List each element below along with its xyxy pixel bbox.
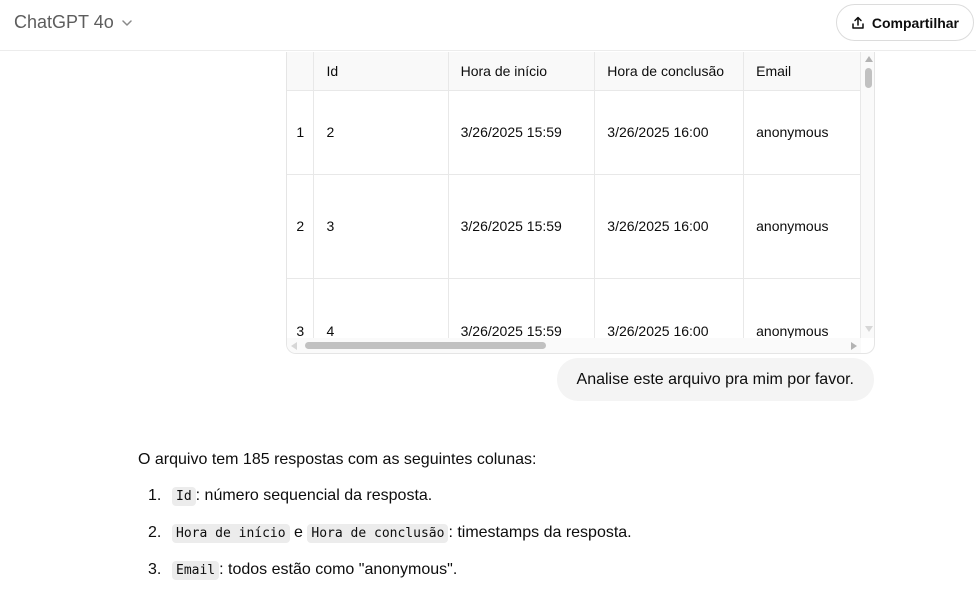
list-item-connector: e xyxy=(289,524,308,541)
assistant-intro-text: O arquivo tem 185 respostas com as segui… xyxy=(138,451,537,468)
list-item: 2. Hora de início e Hora de conclusão : … xyxy=(138,522,878,544)
vertical-scrollbar[interactable] xyxy=(861,52,874,338)
scroll-up-arrow-icon[interactable] xyxy=(865,56,873,62)
row-index: 1 xyxy=(287,90,315,175)
column-header-id[interactable]: Id xyxy=(313,52,449,91)
share-button[interactable]: Compartilhar xyxy=(835,4,974,41)
table-row: 1 2 3/26/2025 15:59 3/26/2025 16:00 anon… xyxy=(287,90,861,175)
vertical-scroll-thumb[interactable] xyxy=(865,68,872,88)
list-item: 3. Email : todos estão como "anonymous". xyxy=(138,559,878,581)
table-cell: 3 xyxy=(313,174,449,279)
data-table: Id Hora de início Hora de conclusão Emai… xyxy=(287,52,861,338)
chat-header: ChatGPT 4o Compartilhar xyxy=(0,0,976,50)
column-header-email[interactable]: Email xyxy=(743,52,861,91)
list-item-number: 1. xyxy=(148,487,162,504)
table-cell: 3/26/2025 16:00 xyxy=(594,174,745,279)
user-message-bubble: Analise este arquivo pra mim por favor. xyxy=(556,358,874,401)
table-row: 2 3 3/26/2025 15:59 3/26/2025 16:00 anon… xyxy=(287,174,861,279)
list-item-text: : número sequencial da resposta. xyxy=(195,487,433,504)
table-viewport: Id Hora de início Hora de conclusão Emai… xyxy=(287,52,861,338)
list-item-text: : todos estão como "anonymous". xyxy=(219,561,458,578)
header-divider xyxy=(0,50,976,51)
list-item-text: : timestamps da resposta. xyxy=(448,524,632,541)
inline-code: Id xyxy=(172,486,196,506)
inline-code: Email xyxy=(172,560,220,580)
scroll-down-arrow-icon[interactable] xyxy=(865,326,873,332)
table-cell: 4 xyxy=(313,278,449,338)
scroll-right-arrow-icon[interactable] xyxy=(851,342,857,350)
horizontal-scroll-thumb[interactable] xyxy=(305,342,546,349)
horizontal-scrollbar[interactable] xyxy=(287,338,861,353)
column-header-index xyxy=(287,52,315,91)
assistant-message: O arquivo tem 185 respostas com as segui… xyxy=(138,449,878,592)
table-cell: 3/26/2025 16:00 xyxy=(594,90,745,175)
row-index: 3 xyxy=(287,278,315,338)
column-header-start-time[interactable]: Hora de início xyxy=(448,52,596,91)
table-cell: 3/26/2025 15:59 xyxy=(448,278,596,338)
chevron-down-icon xyxy=(121,19,132,26)
inline-code: Hora de início xyxy=(172,523,290,543)
list-item-number: 3. xyxy=(148,561,162,578)
table-cell: 3/26/2025 15:59 xyxy=(448,174,596,279)
list-item: 1. Id : número sequencial da resposta. xyxy=(138,485,878,507)
table-cell: anonymous xyxy=(743,90,861,175)
table-header-row: Id Hora de início Hora de conclusão Emai… xyxy=(287,52,861,91)
share-icon xyxy=(852,16,864,29)
model-selector[interactable]: ChatGPT 4o xyxy=(14,12,134,33)
column-list: 1. Id : número sequencial da resposta. 2… xyxy=(138,485,878,581)
table-cell: 3/26/2025 15:59 xyxy=(448,90,596,175)
file-preview-table: Id Hora de início Hora de conclusão Emai… xyxy=(286,52,875,354)
share-button-label: Compartilhar xyxy=(871,14,959,31)
inline-code: Hora de conclusão xyxy=(307,523,449,543)
column-header-end-time[interactable]: Hora de conclusão xyxy=(594,52,745,91)
table-cell: anonymous xyxy=(743,278,861,338)
model-name-label: ChatGPT 4o xyxy=(14,12,114,32)
scroll-left-arrow-icon[interactable] xyxy=(291,342,297,350)
table-cell: 2 xyxy=(313,90,449,175)
list-item-number: 2. xyxy=(148,524,162,541)
table-row: 3 4 3/26/2025 15:59 3/26/2025 16:00 anon… xyxy=(287,278,861,338)
table-cell: anonymous xyxy=(743,174,861,279)
table-cell: 3/26/2025 16:00 xyxy=(594,278,745,338)
row-index: 2 xyxy=(287,174,315,279)
user-message-text: Analise este arquivo pra mim por favor. xyxy=(576,370,854,388)
